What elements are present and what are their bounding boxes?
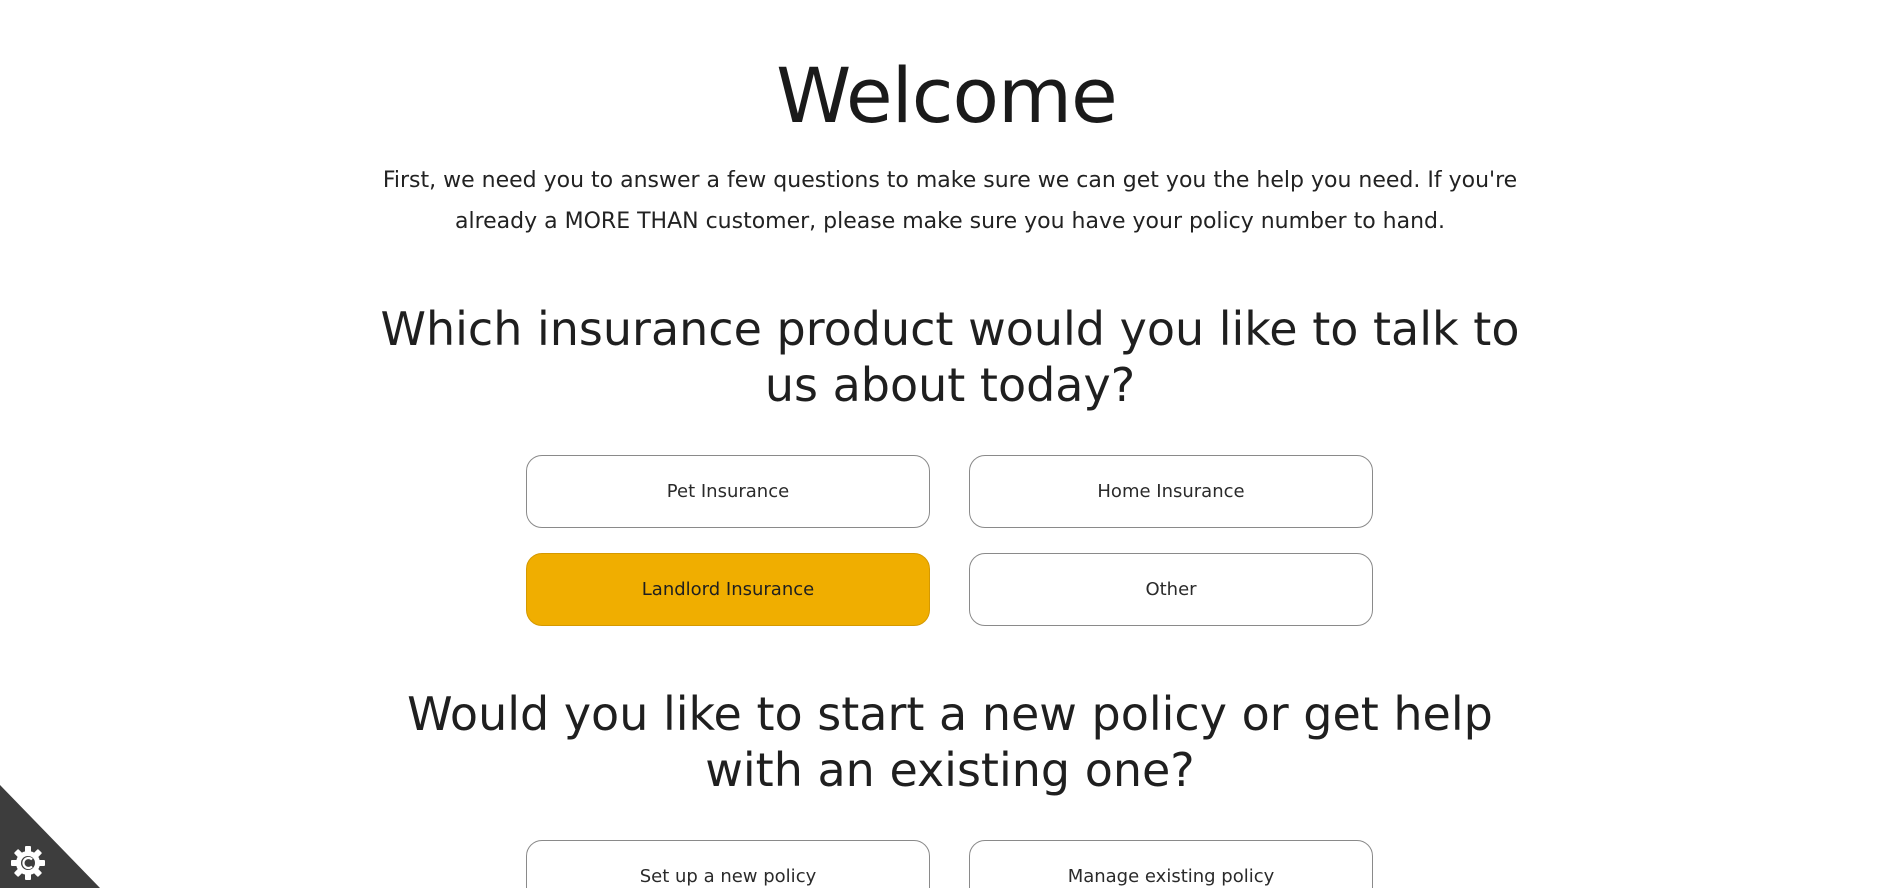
page-title: Welcome — [776, 51, 1118, 140]
intro-text: First, we need you to answer a few quest… — [382, 168, 1518, 234]
cookie-gear-icon — [11, 846, 45, 880]
cookie-settings-button[interactable] — [0, 785, 100, 888]
manage-policy-button[interactable]: Manage existing policy — [969, 840, 1373, 888]
pet-insurance-button[interactable]: Pet Insurance — [526, 455, 930, 528]
new-policy-button[interactable]: Set up a new policy — [526, 840, 930, 888]
landlord-insurance-button[interactable]: Landlord Insurance — [526, 553, 930, 626]
other-button[interactable]: Other — [969, 553, 1373, 626]
home-insurance-button[interactable]: Home Insurance — [969, 455, 1373, 528]
cookie-corner-shape — [0, 785, 100, 888]
page: Welcome First, we need you to answer a f… — [0, 0, 1893, 888]
policy-question-heading: Would you like to start a new policy or … — [407, 687, 1493, 797]
product-question-heading: Which insurance product would you like t… — [380, 302, 1520, 412]
